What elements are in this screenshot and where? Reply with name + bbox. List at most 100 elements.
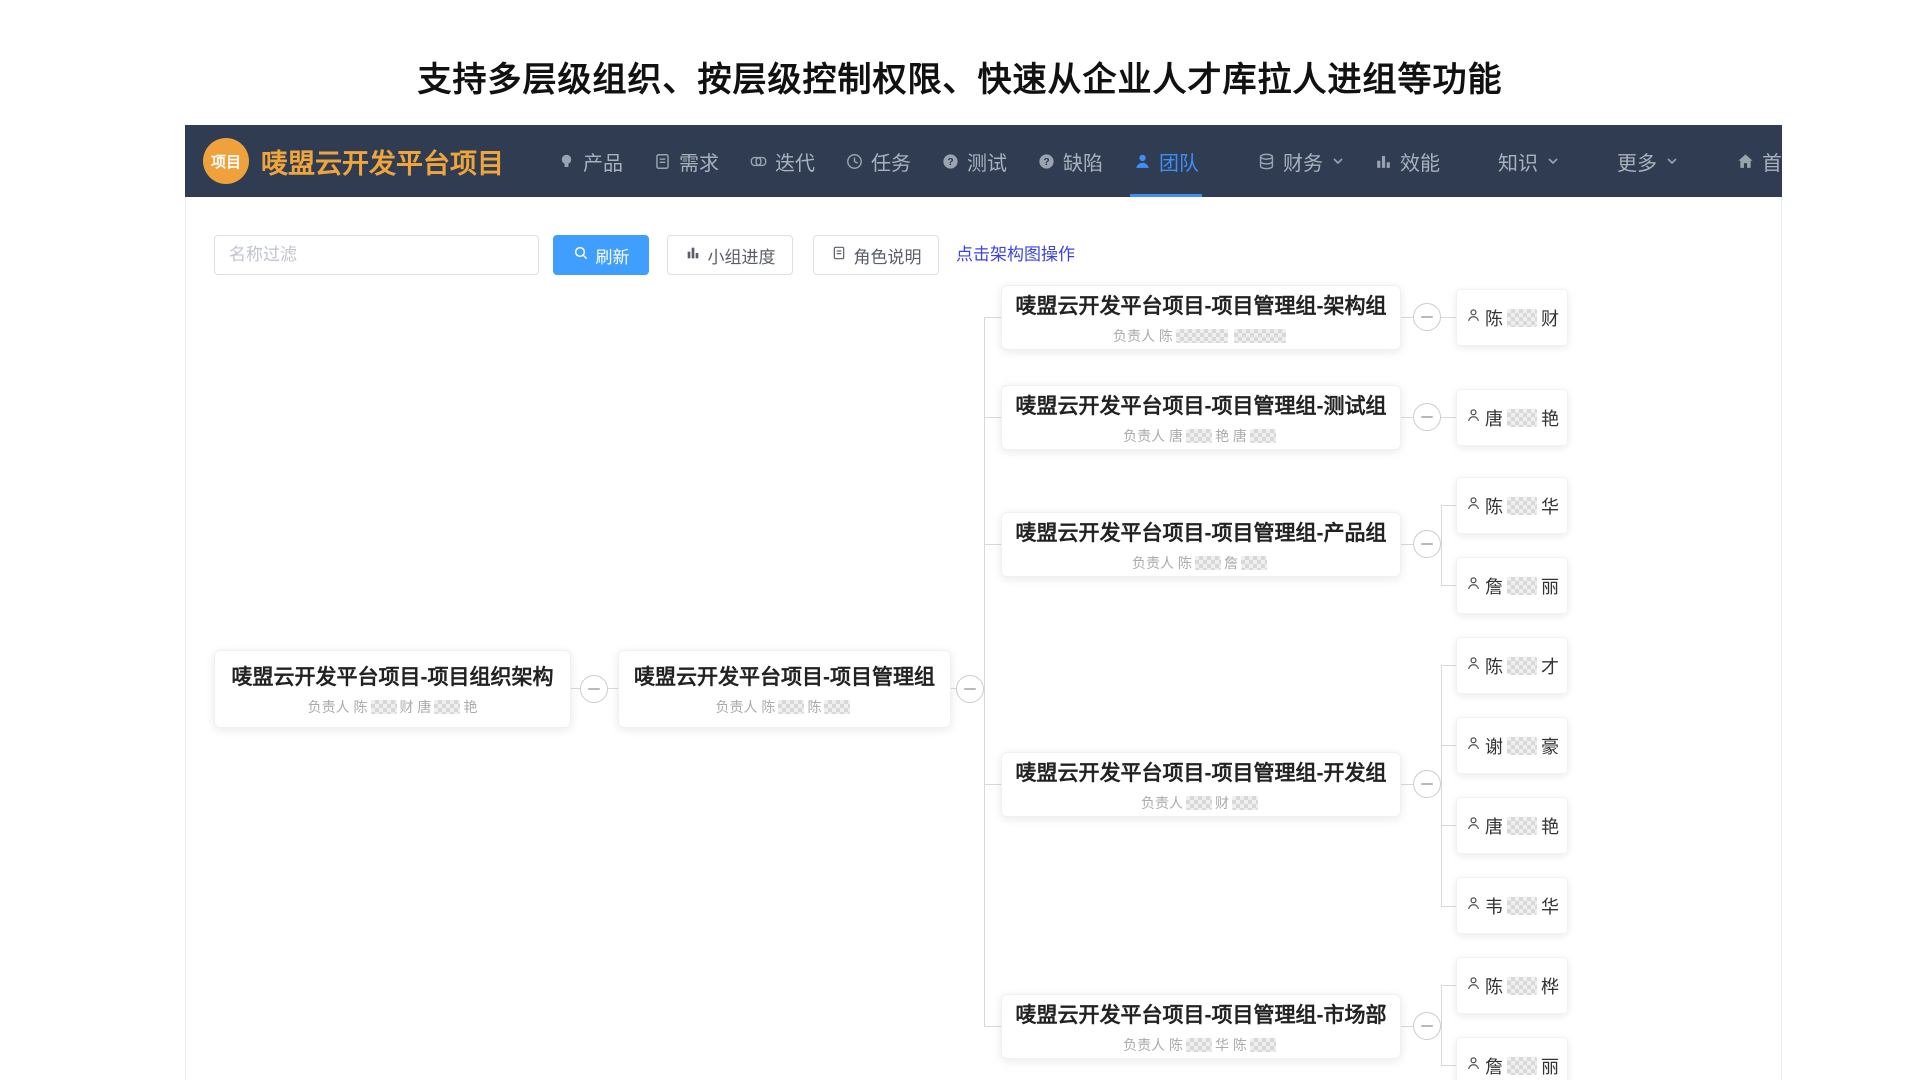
org-node-management[interactable]: 唛盟云开发平台项目-项目管理组 负责人 陈陈: [618, 650, 951, 728]
role-description-button[interactable]: 角色说明: [813, 235, 939, 275]
redacted-text: [1186, 1038, 1212, 1052]
member-node[interactable]: 詹丽: [1456, 557, 1568, 614]
redacted-text: [824, 700, 850, 714]
chevron-down-icon: [1547, 155, 1559, 167]
nav-item-label: 迭代: [775, 147, 815, 176]
nav-item-knowledge[interactable]: 知识: [1483, 125, 1574, 197]
nav-item-tasks[interactable]: 任务: [830, 125, 926, 197]
redacted-text: [1250, 429, 1276, 443]
connector-line: [984, 417, 1001, 418]
collapse-toggle[interactable]: [1413, 770, 1441, 798]
refresh-button-label: 刷新: [596, 243, 630, 268]
person-icon: [1465, 895, 1482, 917]
redacted-text: [1507, 409, 1537, 427]
org-node-testing-group[interactable]: 唛盟云开发平台项目-项目管理组-测试组 负责人 唐艳 唐: [1001, 385, 1401, 450]
node-title: 唛盟云开发平台项目-项目管理组-产品组: [1016, 517, 1387, 547]
nav-item-label: 团队: [1159, 147, 1199, 176]
redacted-text: [1507, 817, 1537, 835]
member-node[interactable]: 韦华: [1456, 877, 1568, 934]
org-node-development-group[interactable]: 唛盟云开发平台项目-项目管理组-开发组 负责人财: [1001, 752, 1401, 817]
redacted-text: [434, 700, 460, 714]
leader-text: 詹: [1224, 553, 1238, 573]
redacted-text: [1250, 1038, 1276, 1052]
org-node-product-group[interactable]: 唛盟云开发平台项目-项目管理组-产品组 负责人 陈詹: [1001, 512, 1401, 577]
member-name: 陈: [1485, 493, 1503, 519]
nav-item-more[interactable]: 更多: [1602, 125, 1693, 197]
nav-item-iteration[interactable]: 迭代: [734, 125, 830, 197]
node-leader: 负责人 陈詹: [1132, 553, 1270, 573]
nav-item-home[interactable]: 首页: [1721, 125, 1782, 197]
collapse-toggle[interactable]: [956, 675, 984, 703]
nav-item-label: 首页: [1762, 147, 1782, 176]
connector-line: [1441, 665, 1456, 666]
nav-item-testing[interactable]: ? 测试: [926, 125, 1022, 197]
collapse-toggle[interactable]: [1413, 403, 1441, 431]
member-name: 丽: [1541, 573, 1559, 599]
connector-line: [1441, 985, 1442, 1066]
svg-text:?: ?: [1043, 157, 1049, 168]
node-title: 唛盟云开发平台项目-项目管理组-架构组: [1016, 290, 1387, 320]
redacted-text: [778, 700, 804, 714]
document-icon: [831, 245, 847, 266]
member-node[interactable]: 唐艳: [1456, 389, 1568, 446]
name-filter-input[interactable]: [214, 235, 539, 275]
member-node[interactable]: 唐艳: [1456, 797, 1568, 854]
member-name: 韦: [1485, 893, 1503, 919]
project-logo[interactable]: 项目: [203, 138, 249, 184]
clock-icon: [845, 152, 864, 171]
group-progress-button[interactable]: 小组进度: [667, 235, 793, 275]
person-icon: [1465, 815, 1482, 837]
member-node[interactable]: 陈才: [1456, 637, 1568, 694]
member-node[interactable]: 陈华: [1456, 477, 1568, 534]
person-icon: [1465, 307, 1482, 329]
connector-line: [1441, 505, 1456, 506]
redacted-text: [1195, 556, 1221, 570]
node-title: 唛盟云开发平台项目-项目管理组-测试组: [1016, 390, 1387, 420]
node-title: 唛盟云开发平台项目-项目管理组: [634, 661, 935, 691]
member-node[interactable]: 谢豪: [1456, 717, 1568, 774]
member-name: 桦: [1541, 973, 1559, 999]
member-node[interactable]: 陈财: [1456, 289, 1568, 346]
member-node[interactable]: 詹丽: [1456, 1037, 1568, 1080]
nav-menu: 产品 需求 迭代 任务: [542, 125, 1782, 197]
team-org-chart-panel: 刷新 小组进度 角色说明 点击架构图操作: [185, 197, 1782, 1080]
connector-line: [1441, 585, 1456, 586]
member-name: 华: [1541, 893, 1559, 919]
nav-item-requirements[interactable]: 需求: [638, 125, 734, 197]
redacted-text: [1507, 309, 1537, 327]
connector-line: [1441, 505, 1442, 586]
collapse-toggle[interactable]: [1413, 1012, 1441, 1040]
iteration-icon: [749, 152, 768, 171]
org-node-marketing-group[interactable]: 唛盟云开发平台项目-项目管理组-市场部 负责人 陈华 陈: [1001, 994, 1401, 1059]
minus-icon: [1421, 416, 1433, 418]
collapse-toggle[interactable]: [580, 675, 608, 703]
leader-text: 艳 唐: [1215, 426, 1247, 446]
search-icon: [573, 245, 589, 266]
redacted-text: [1507, 977, 1537, 995]
nav-item-label: 效能: [1400, 147, 1440, 176]
redacted-text: [1234, 329, 1286, 343]
bar-chart-icon: [685, 245, 701, 266]
chart-operate-tip-link[interactable]: 点击架构图操作: [956, 235, 1075, 275]
member-name: 詹: [1485, 1053, 1503, 1079]
nav-item-defects[interactable]: ? 缺陷: [1022, 125, 1118, 197]
node-leader: 负责人 唐艳 唐: [1123, 426, 1279, 446]
redacted-text: [371, 700, 397, 714]
nav-item-finance[interactable]: 财务: [1242, 125, 1359, 197]
member-name: 才: [1541, 653, 1559, 679]
role-description-label: 角色说明: [854, 243, 922, 268]
connector-line: [1441, 317, 1456, 318]
nav-item-performance[interactable]: 效能: [1359, 125, 1455, 197]
nav-item-team[interactable]: 团队: [1118, 125, 1214, 197]
member-node[interactable]: 陈桦: [1456, 957, 1568, 1014]
connector-line: [984, 1026, 1001, 1027]
refresh-button[interactable]: 刷新: [553, 235, 649, 275]
org-node-architecture-group[interactable]: 唛盟云开发平台项目-项目管理组-架构组 负责人 陈: [1001, 285, 1401, 350]
person-icon: [1133, 152, 1152, 171]
collapse-toggle[interactable]: [1413, 530, 1441, 558]
nav-item-label: 产品: [583, 147, 623, 176]
collapse-toggle[interactable]: [1413, 303, 1441, 331]
connector-line: [1441, 417, 1456, 418]
org-node-root[interactable]: 唛盟云开发平台项目-项目组织架构 负责人 陈财 唐艳: [214, 650, 571, 728]
nav-item-product[interactable]: 产品: [542, 125, 638, 197]
